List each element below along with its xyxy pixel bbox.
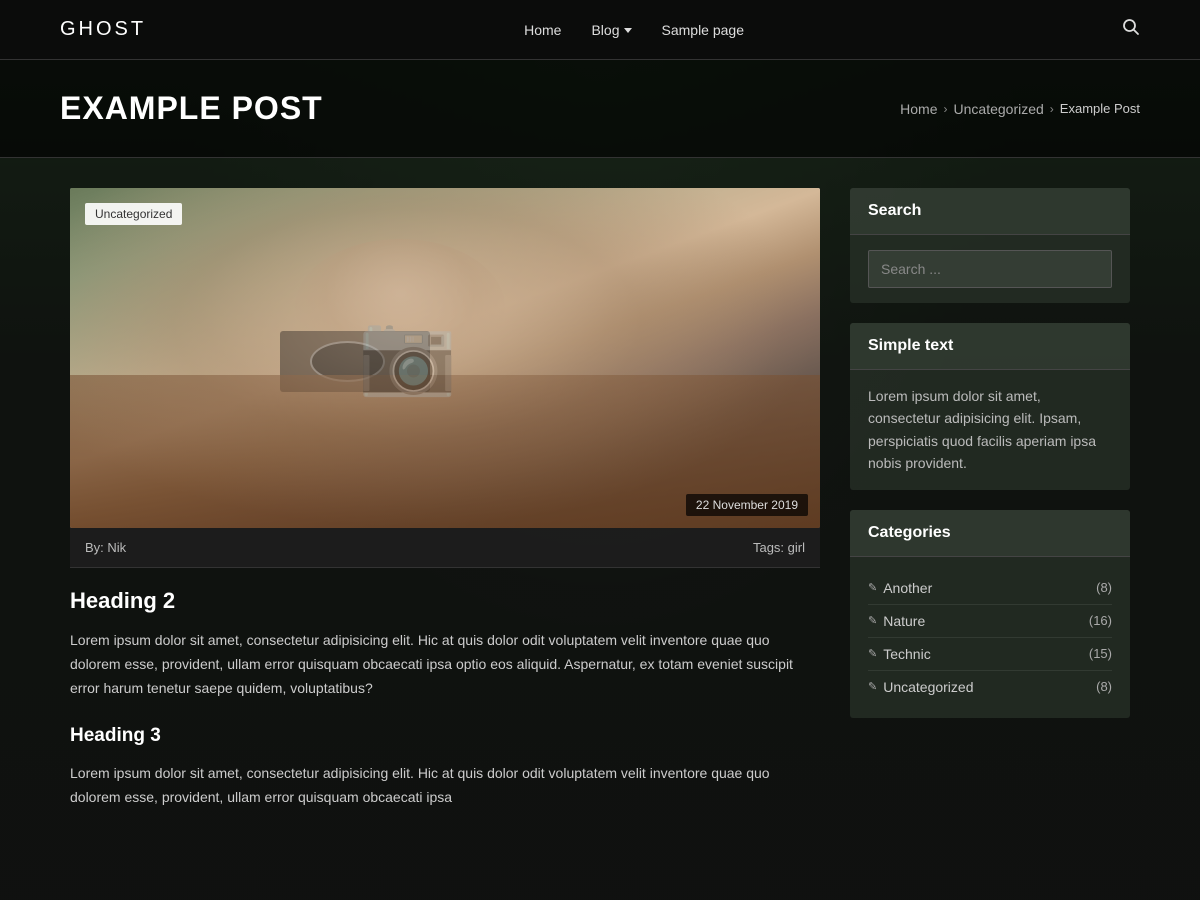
text-widget: Simple text Lorem ipsum dolor sit amet, …: [850, 323, 1130, 490]
edit-icon: ✎: [868, 647, 877, 660]
post-heading3: Heading 3: [70, 725, 820, 747]
post-paragraph1: Lorem ipsum dolor sit amet, consectetur …: [70, 629, 820, 700]
category-item: ✎ Another (8): [868, 572, 1112, 605]
category-link[interactable]: ✎ Technic: [868, 646, 931, 662]
breadcrumb-current: Example Post: [1060, 101, 1140, 116]
breadcrumb-category[interactable]: Uncategorized: [954, 101, 1044, 117]
category-item: ✎ Nature (16): [868, 605, 1112, 638]
edit-icon: ✎: [868, 581, 877, 594]
search-widget-body: [850, 235, 1130, 303]
post-paragraph2: Lorem ipsum dolor sit amet, consectetur …: [70, 762, 820, 810]
category-count: (15): [1089, 646, 1112, 661]
category-label: Another: [883, 580, 932, 596]
category-count: (8): [1096, 679, 1112, 694]
category-item: ✎ Uncategorized (8): [868, 671, 1112, 703]
nav-sample-page[interactable]: Sample page: [662, 22, 745, 38]
sidebar: Search Simple text Lorem ipsum dolor sit…: [850, 188, 1130, 845]
nav-blog[interactable]: Blog: [591, 22, 631, 38]
category-label: Uncategorized: [883, 679, 973, 695]
category-list: ✎ Another (8) ✎ Nature (16) ✎ Technic (1…: [868, 572, 1112, 703]
edit-icon: ✎: [868, 614, 877, 627]
edit-icon: ✎: [868, 680, 877, 693]
category-count: (16): [1089, 613, 1112, 628]
category-badge[interactable]: Uncategorized: [85, 203, 182, 225]
breadcrumb: Home › Uncategorized › Example Post: [900, 101, 1140, 117]
nav-home[interactable]: Home: [524, 22, 561, 38]
post-tags: Tags: girl: [753, 540, 805, 555]
post-author: By: Nik: [85, 540, 126, 555]
text-widget-content: Lorem ipsum dolor sit amet, consectetur …: [868, 385, 1112, 475]
breadcrumb-home[interactable]: Home: [900, 101, 937, 117]
site-logo[interactable]: GHOST: [60, 18, 146, 41]
search-input[interactable]: [868, 250, 1112, 288]
categories-widget-title: Categories: [850, 510, 1130, 557]
search-icon[interactable]: [1122, 18, 1140, 41]
text-widget-title: Simple text: [850, 323, 1130, 370]
post-image-container: Uncategorized 22 November 2019: [70, 188, 820, 528]
post-image: [70, 188, 820, 528]
breadcrumb-sep-1: ›: [944, 102, 948, 116]
post-meta: By: Nik Tags: girl: [70, 528, 820, 568]
categories-widget-body: ✎ Another (8) ✎ Nature (16) ✎ Technic (1…: [850, 557, 1130, 718]
post-date: 22 November 2019: [686, 494, 808, 516]
post-area: Uncategorized 22 November 2019 By: Nik T…: [70, 188, 820, 845]
search-widget-title: Search: [850, 188, 1130, 235]
page-title: EXAMPLE POST: [60, 90, 323, 127]
category-label: Nature: [883, 613, 925, 629]
page-hero: EXAMPLE POST Home › Uncategorized › Exam…: [0, 60, 1200, 158]
category-link[interactable]: ✎ Uncategorized: [868, 679, 974, 695]
text-widget-body: Lorem ipsum dolor sit amet, consectetur …: [850, 370, 1130, 490]
category-item: ✎ Technic (15): [868, 638, 1112, 671]
main-content: Uncategorized 22 November 2019 By: Nik T…: [50, 188, 1150, 845]
main-nav: Home Blog Sample page: [524, 22, 744, 38]
categories-widget: Categories ✎ Another (8) ✎ Nature (16) ✎…: [850, 510, 1130, 718]
breadcrumb-sep-2: ›: [1050, 102, 1054, 116]
category-link[interactable]: ✎ Nature: [868, 613, 925, 629]
category-link[interactable]: ✎ Another: [868, 580, 932, 596]
post-heading2: Heading 2: [70, 588, 820, 614]
search-widget: Search: [850, 188, 1130, 303]
post-content: Heading 2 Lorem ipsum dolor sit amet, co…: [70, 568, 820, 845]
category-count: (8): [1096, 580, 1112, 595]
category-label: Technic: [883, 646, 930, 662]
chevron-down-icon: [624, 28, 632, 33]
portrait-overlay: [70, 188, 820, 528]
site-header: GHOST Home Blog Sample page: [0, 0, 1200, 60]
